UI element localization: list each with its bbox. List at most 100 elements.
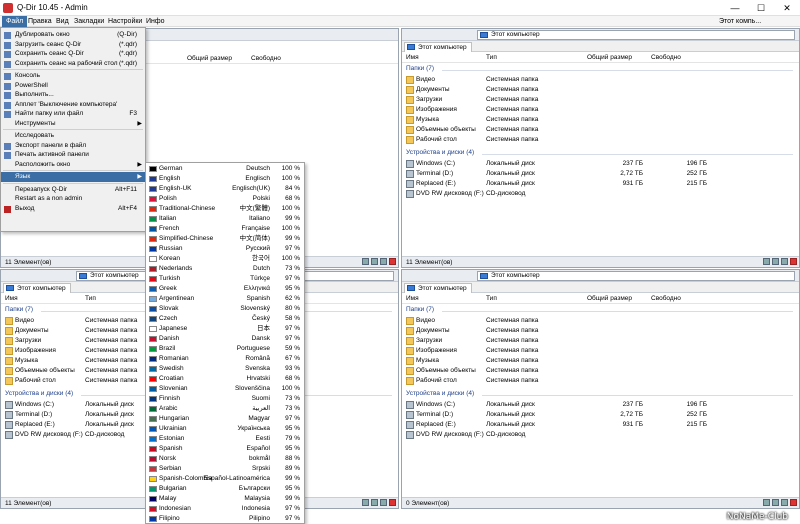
tab-this-pc[interactable]: Этот компьютер xyxy=(3,283,71,293)
language-item[interactable]: Brazil Portuguese 59 % xyxy=(146,344,304,354)
list-item[interactable]: Изображения Системная папка xyxy=(402,346,799,356)
menu-settings[interactable]: Настройки xyxy=(104,16,146,27)
language-item[interactable]: Swedish Svenska 93 % xyxy=(146,364,304,374)
view-icon[interactable] xyxy=(763,258,770,265)
file-menu-item[interactable]: Печать активной панели xyxy=(1,150,145,160)
edit-icon[interactable] xyxy=(380,499,387,506)
language-item[interactable]: Malay Malaysia 99 % xyxy=(146,494,304,504)
col-free[interactable]: Свободно xyxy=(651,53,681,63)
language-item[interactable]: Croatian Hrvatski 68 % xyxy=(146,374,304,384)
group-header-drives[interactable]: Устройства и диски (4) xyxy=(5,390,73,397)
list-item[interactable]: Видео Системная папка xyxy=(402,75,799,85)
language-item[interactable]: Russian Русский 97 % xyxy=(146,244,304,254)
list-item[interactable]: Загрузки Системная папка xyxy=(402,336,799,346)
language-item[interactable]: Ukrainian Українська 95 % xyxy=(146,424,304,434)
language-item[interactable]: Bulgarian Български 95 % xyxy=(146,484,304,494)
language-item[interactable]: Japanese 日本 97 % xyxy=(146,324,304,334)
list-item[interactable]: DVD RW дисковод (F:) CD-дисковод xyxy=(402,189,799,199)
file-menu-item[interactable]: Исследовать xyxy=(1,131,145,141)
file-menu-item[interactable]: Экспорт панели в файл xyxy=(1,141,145,151)
language-item[interactable]: Argentinean Spanish 62 % xyxy=(146,294,304,304)
delete-icon[interactable] xyxy=(389,499,396,506)
language-item[interactable]: English-UK Englisch(UK) 84 % xyxy=(146,184,304,194)
copy-icon[interactable] xyxy=(371,499,378,506)
list-item[interactable]: Музыка Системная папка xyxy=(402,115,799,125)
copy-icon[interactable] xyxy=(371,258,378,265)
language-item[interactable]: Greek Ελληνικά 95 % xyxy=(146,284,304,294)
edit-icon[interactable] xyxy=(781,499,788,506)
minimize-icon[interactable]: — xyxy=(722,0,748,16)
language-item[interactable]: Italian Italiano 99 % xyxy=(146,214,304,224)
file-menu-item[interactable]: Выход Alt+F4 xyxy=(1,204,145,214)
group-header-folders[interactable]: Папки (7) xyxy=(406,306,434,313)
group-header-drives[interactable]: Устройства и диски (4) xyxy=(406,149,474,156)
col-total[interactable]: Общий размер xyxy=(187,54,232,64)
language-item[interactable]: Polish Polski 68 % xyxy=(146,194,304,204)
col-type[interactable]: Тип xyxy=(85,294,96,304)
col-type[interactable]: Тип xyxy=(486,294,497,304)
list-item[interactable]: Windows (C:) Локальный диск 237 ГБ 196 ГБ xyxy=(402,159,799,169)
list-item[interactable]: Replaced (E:) Локальный диск 931 ГБ 215 ГБ xyxy=(402,420,799,430)
language-item[interactable]: Romanian Română 67 % xyxy=(146,354,304,364)
edit-icon[interactable] xyxy=(781,258,788,265)
file-menu-item[interactable]: Консоль xyxy=(1,71,145,81)
delete-icon[interactable] xyxy=(790,258,797,265)
group-header-folders[interactable]: Папки (7) xyxy=(406,65,434,72)
copy-icon[interactable] xyxy=(772,499,779,506)
file-menu-item[interactable]: Дублировать окно (Q-Dir) xyxy=(1,30,145,40)
list-item[interactable]: Объемные объекты Системная папка xyxy=(402,366,799,376)
file-menu-item[interactable]: Загрузить сеанс Q-Dir (*.qdr) xyxy=(1,40,145,50)
delete-icon[interactable] xyxy=(790,499,797,506)
language-item[interactable]: Czech Český 58 % xyxy=(146,314,304,324)
language-item[interactable]: Norsk bokmål 88 % xyxy=(146,454,304,464)
language-item[interactable]: Slovenian Slovenščina 100 % xyxy=(146,384,304,394)
quick-location[interactable]: Этот компь... xyxy=(715,16,765,27)
col-free[interactable]: Свободно xyxy=(251,54,281,64)
language-item[interactable]: Filipino Pilipino 97 % xyxy=(146,514,304,524)
maximize-icon[interactable]: ☐ xyxy=(748,0,774,16)
list-item[interactable]: Музыка Системная папка xyxy=(402,356,799,366)
language-item[interactable]: Spanish Español 95 % xyxy=(146,444,304,454)
file-menu-item[interactable]: Язык ▶ xyxy=(1,172,145,182)
language-item[interactable]: Slovak Slovenský 80 % xyxy=(146,304,304,314)
list-item[interactable]: Рабочий стол Системная папка xyxy=(402,376,799,386)
file-menu-item[interactable]: Сохранить сеанс на рабочий стол (*.qdr) xyxy=(1,59,145,69)
language-item[interactable]: Korean 한국어 100 % xyxy=(146,254,304,264)
language-item[interactable]: Simplified-Chinese 中文(简体) 99 % xyxy=(146,234,304,244)
language-item[interactable]: Hungarian Magyar 97 % xyxy=(146,414,304,424)
language-item[interactable]: Nederlands Dutch 73 % xyxy=(146,264,304,274)
list-item[interactable]: Документы Системная папка xyxy=(402,85,799,95)
file-menu-item[interactable]: Выполнить... xyxy=(1,90,145,100)
list-item[interactable]: Windows (C:) Локальный диск 237 ГБ 196 ГБ xyxy=(402,400,799,410)
file-menu-item[interactable]: PowerShell xyxy=(1,81,145,91)
col-name[interactable]: Имя xyxy=(5,294,18,304)
language-item[interactable]: Spanish-Colombia Español-Latinoamérica 99 … xyxy=(146,474,304,484)
col-total[interactable]: Общий размер xyxy=(587,294,632,304)
menu-edit[interactable]: Правка xyxy=(24,16,56,27)
list-item[interactable]: Terminal (D:) Локальный диск 2,72 ТБ 252 ГБ xyxy=(402,169,799,179)
list-item[interactable]: Видео Системная папка xyxy=(402,316,799,326)
language-item[interactable]: Estonian Eesti 79 % xyxy=(146,434,304,444)
language-item[interactable]: Danish Dansk 97 % xyxy=(146,334,304,344)
language-item[interactable]: Turkish Türkçe 97 % xyxy=(146,274,304,284)
menu-info[interactable]: Инфо xyxy=(142,16,169,27)
menu-bookmarks[interactable]: Закладки xyxy=(70,16,108,27)
view-icon[interactable] xyxy=(362,258,369,265)
tab-this-pc[interactable]: Этот компьютер xyxy=(404,283,472,293)
tab-this-pc[interactable]: Этот компьютер xyxy=(404,42,472,52)
close-icon[interactable]: ✕ xyxy=(774,0,800,16)
language-item[interactable]: German Deutsch 100 % xyxy=(146,164,304,174)
delete-icon[interactable] xyxy=(389,258,396,265)
file-menu-item[interactable]: Перезапуск Q-Dir Alt+F11 xyxy=(1,185,145,195)
copy-icon[interactable] xyxy=(772,258,779,265)
language-item[interactable]: Indonesian Indonesia 97 % xyxy=(146,504,304,514)
address-bar[interactable]: Этот компьютер xyxy=(477,271,795,281)
list-item[interactable]: Изображения Системная папка xyxy=(402,105,799,115)
col-free[interactable]: Свободно xyxy=(651,294,681,304)
file-menu-item[interactable]: Расположить окно ▶ xyxy=(1,160,145,170)
col-name[interactable]: Имя xyxy=(406,53,419,63)
language-item[interactable]: Arabic العربية 73 % xyxy=(146,404,304,414)
list-item[interactable]: Объемные объекты Системная папка xyxy=(402,125,799,135)
group-header-folders[interactable]: Папки (7) xyxy=(5,306,33,313)
group-header-drives[interactable]: Устройства и диски (4) xyxy=(406,390,474,397)
